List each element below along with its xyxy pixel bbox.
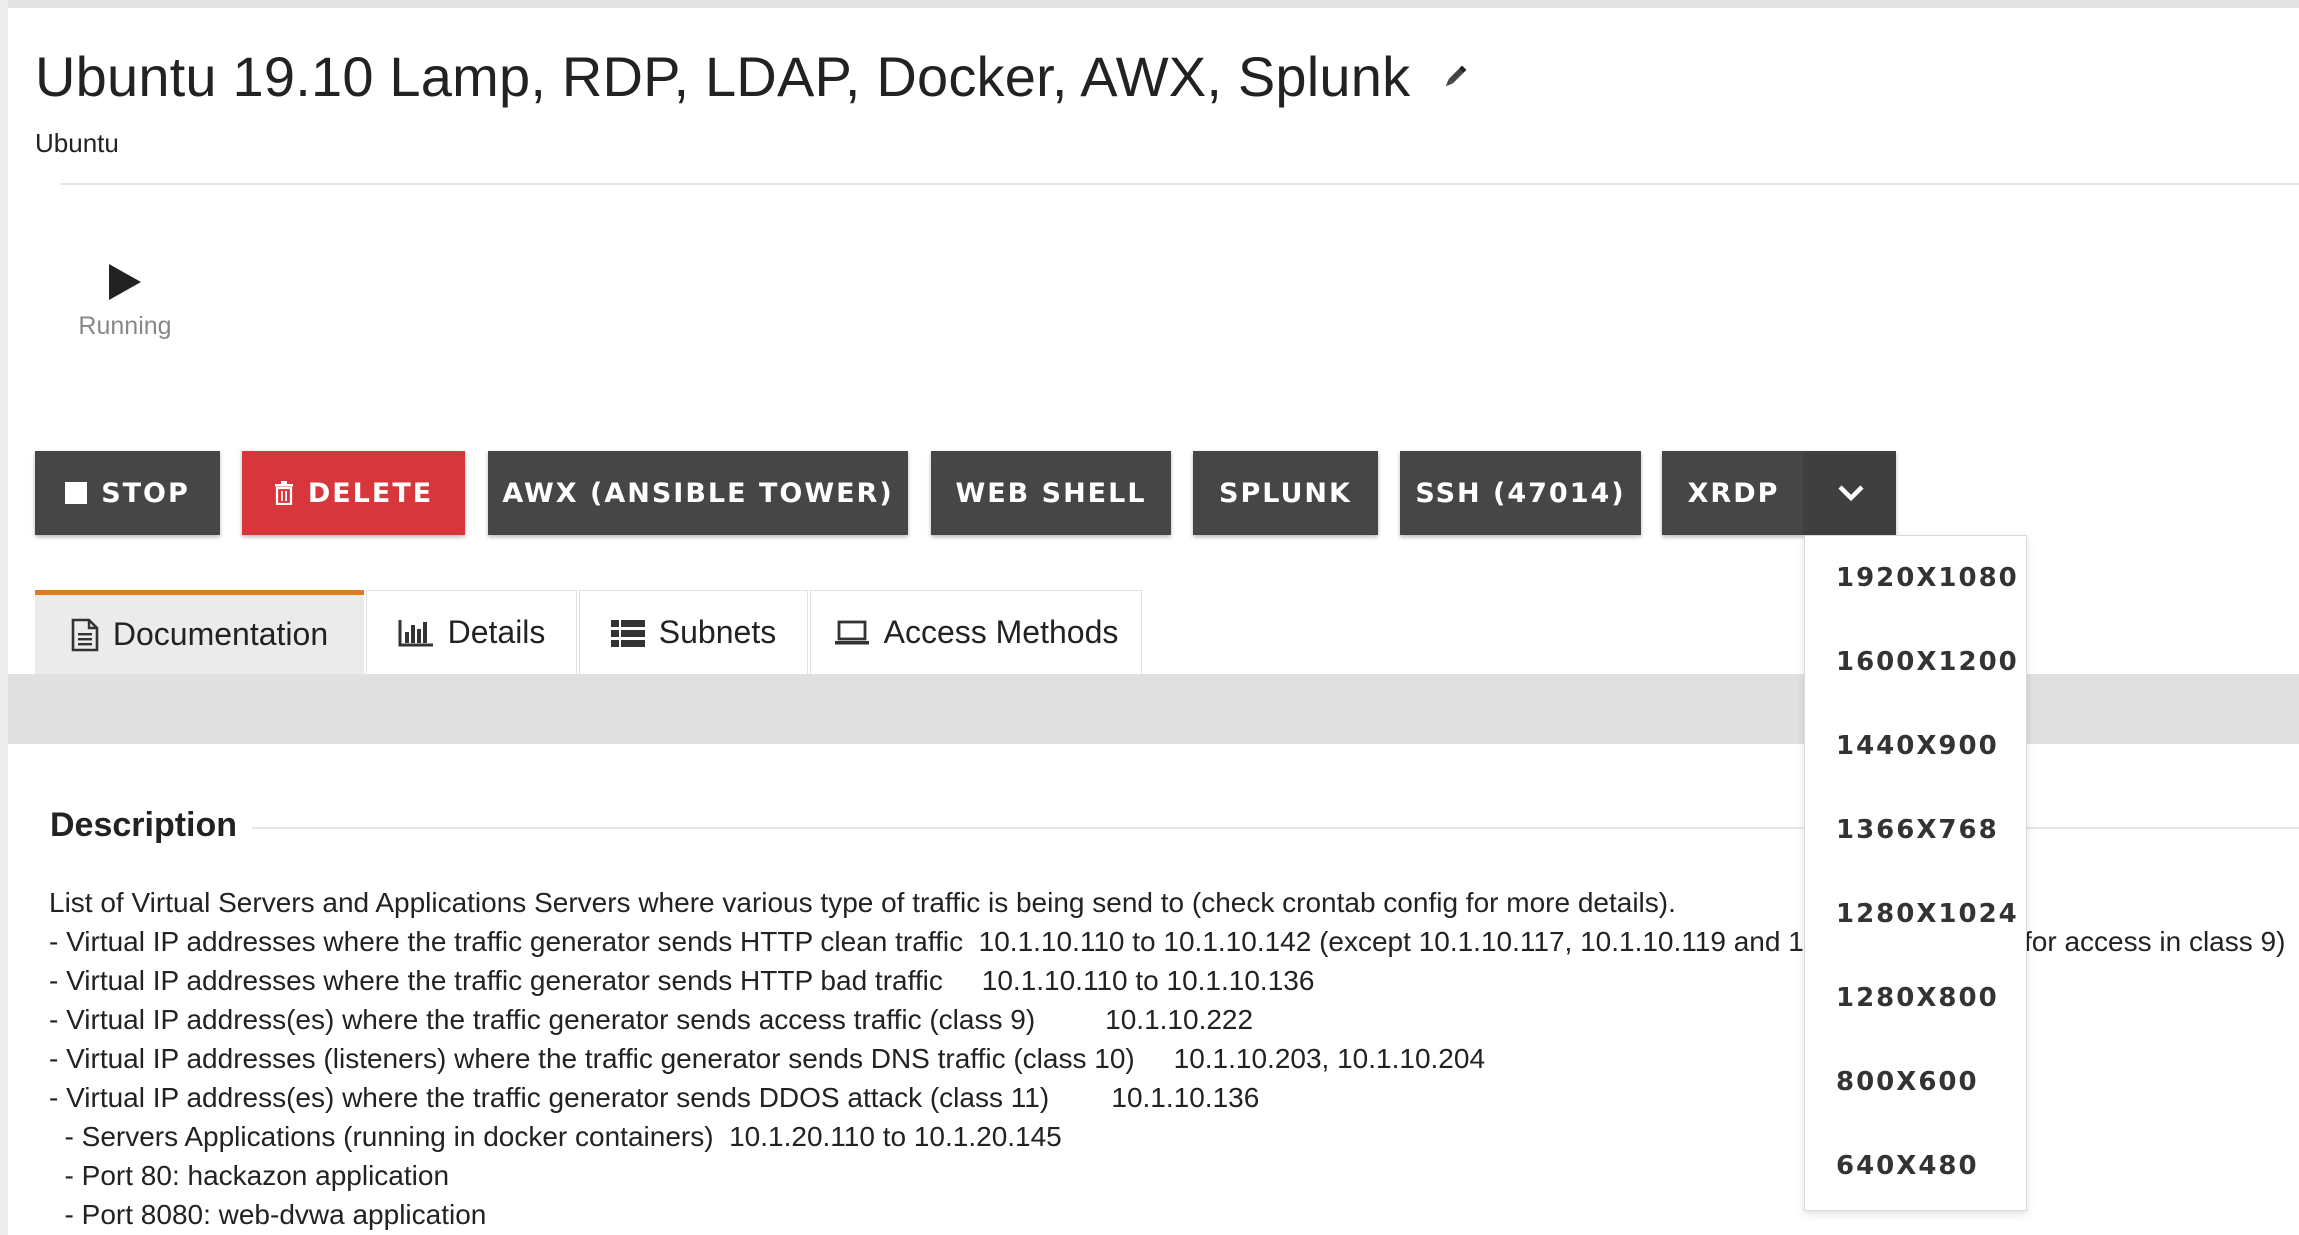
trash-icon xyxy=(274,481,294,505)
tab-label: Access Methods xyxy=(883,614,1119,650)
resolution-option[interactable]: 1280X800 xyxy=(1836,983,1999,1013)
awx-button[interactable]: AWX (ANSIBLE TOWER) xyxy=(488,451,908,535)
description-line: - Servers Applications (running in docke… xyxy=(49,1121,1062,1152)
top-border xyxy=(0,0,2299,8)
description-line: List of Virtual Servers and Applications… xyxy=(49,887,1676,918)
list-icon xyxy=(610,619,645,647)
description-line: - Port 80: hackazon application xyxy=(49,1160,450,1191)
resolution-option[interactable]: 1440X900 xyxy=(1836,731,1999,761)
status-label: Running xyxy=(78,312,172,340)
title-row: Ubuntu 19.10 Lamp, RDP, LDAP, Docker, AW… xyxy=(35,44,1470,109)
splunk-button[interactable]: SPLUNK xyxy=(1193,451,1378,535)
tab-label: Documentation xyxy=(112,616,329,652)
tab-access-methods[interactable]: Access Methods xyxy=(810,590,1142,674)
resolution-option[interactable]: 1280X1024 xyxy=(1836,899,2019,929)
description-line: - Virtual IP addresses where the traffic… xyxy=(49,926,1804,957)
xrdp-button[interactable]: XRDP xyxy=(1662,451,1805,535)
tab-subnets[interactable]: Subnets xyxy=(579,590,808,674)
play-icon xyxy=(107,262,143,302)
tab-label: Details xyxy=(447,614,546,650)
tab-label: Subnets xyxy=(658,614,777,650)
resolution-option[interactable]: 640X480 xyxy=(1836,1151,1979,1181)
lab-page: Ubuntu 19.10 Lamp, RDP, LDAP, Docker, AW… xyxy=(0,0,2299,1235)
description-line: - Virtual IP addresses where the traffic… xyxy=(49,965,1315,996)
delete-button-label: DELETE xyxy=(307,477,434,509)
pencil-icon[interactable] xyxy=(1440,62,1470,92)
header-divider xyxy=(60,183,2299,185)
description-heading: Description xyxy=(50,806,238,844)
web-shell-button[interactable]: WEB SHELL xyxy=(931,451,1171,535)
description-line: - Virtual IP address(es) where the traff… xyxy=(49,1004,1254,1035)
description-line-tail: for access in class 9) xyxy=(2024,926,2286,957)
tab-documentation[interactable]: Documentation xyxy=(35,590,364,674)
chevron-down-icon xyxy=(1837,484,1865,502)
stop-icon xyxy=(65,482,88,504)
bar-chart-icon xyxy=(398,619,434,647)
description-line: - Port 8080: web-dvwa application xyxy=(49,1199,487,1230)
xrdp-dropdown-toggle[interactable] xyxy=(1805,451,1896,535)
ssh-button[interactable]: SSH (47014) xyxy=(1400,451,1641,535)
description-line: - Virtual IP address(es) where the traff… xyxy=(49,1082,1260,1113)
page-title: Ubuntu 19.10 Lamp, RDP, LDAP, Docker, AW… xyxy=(35,45,1411,108)
tab-details[interactable]: Details xyxy=(366,590,577,674)
description-line: - Virtual IP addresses (listeners) where… xyxy=(49,1043,1486,1074)
page-subtitle: Ubuntu xyxy=(35,128,119,158)
document-icon xyxy=(71,618,99,652)
resolution-option[interactable]: 1920X1080 xyxy=(1836,563,2019,593)
stop-button-label: STOP xyxy=(101,477,190,509)
laptop-icon xyxy=(834,620,870,646)
delete-button[interactable]: DELETE xyxy=(242,451,465,535)
left-border xyxy=(0,0,8,1235)
resolution-option[interactable]: 1600X1200 xyxy=(1836,647,2019,677)
status-indicator: Running xyxy=(70,262,180,341)
xrdp-resolution-menu: 1920X1080 1600X1200 1440X900 1366X768 12… xyxy=(1804,535,2027,1211)
resolution-option[interactable]: 1366X768 xyxy=(1836,815,1999,845)
stop-button[interactable]: STOP xyxy=(35,451,220,535)
resolution-option[interactable]: 800X600 xyxy=(1836,1067,1979,1097)
